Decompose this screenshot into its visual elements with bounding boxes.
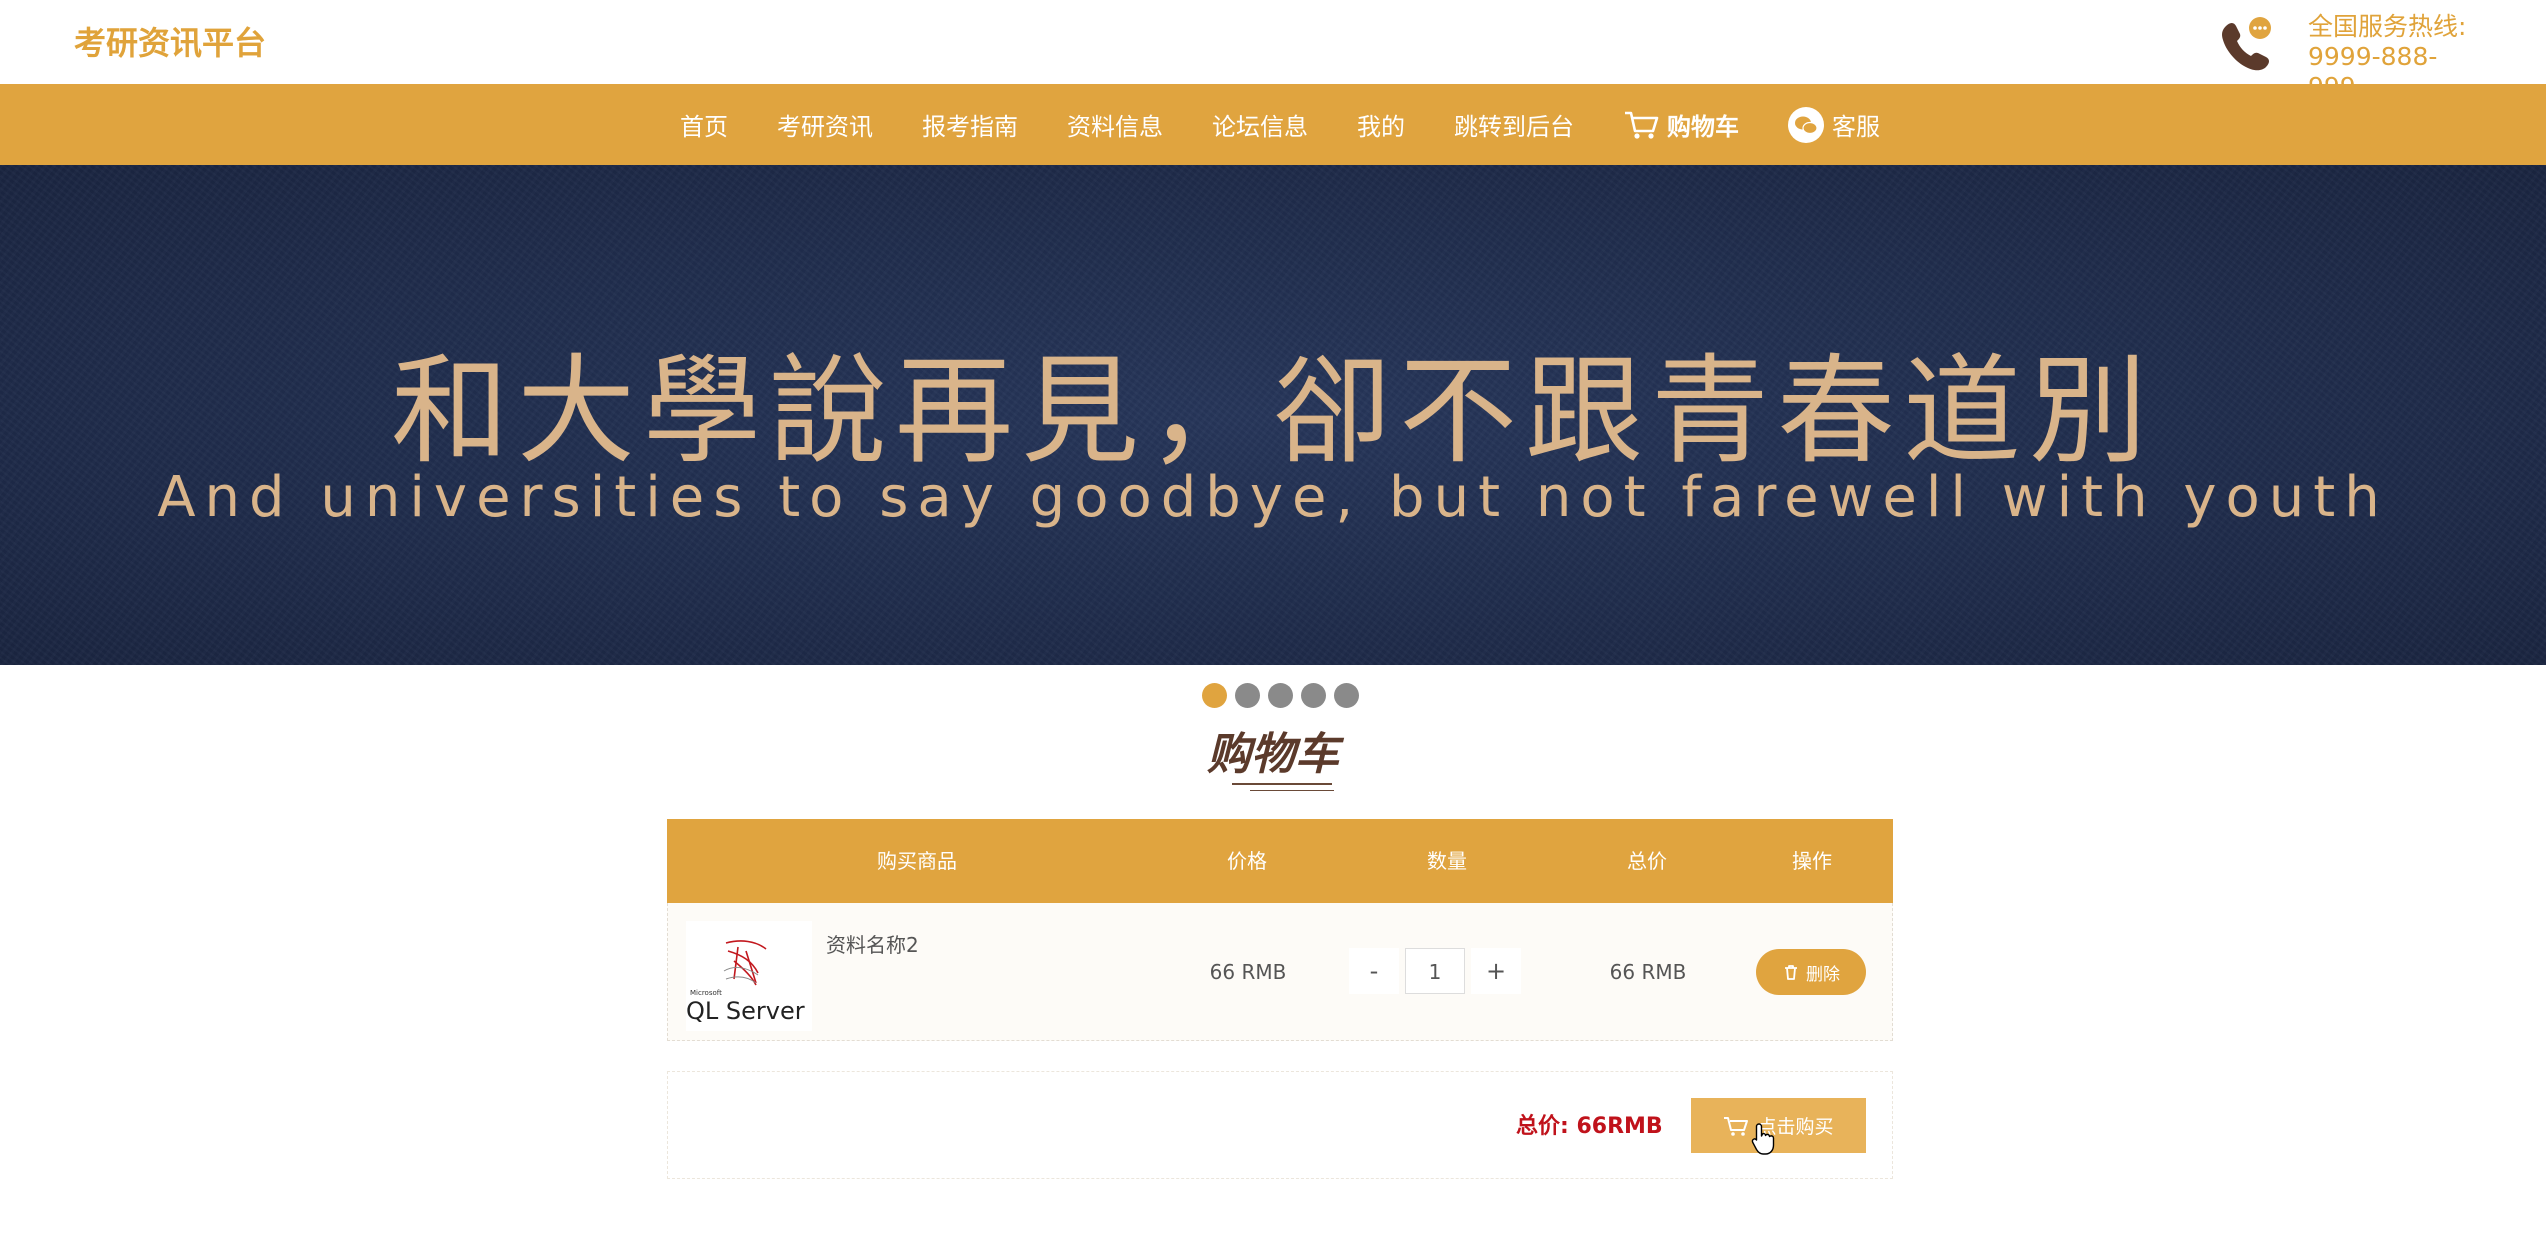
nav-item-admin[interactable]: 跳转到后台 (1454, 107, 1574, 142)
title-underline-secondary (1250, 790, 1334, 791)
nav-item-home[interactable]: 首页 (680, 107, 728, 142)
nav-label: 我的 (1357, 113, 1405, 141)
nav-item-news[interactable]: 考研资讯 (777, 107, 873, 142)
main-nav: 首页 考研资讯 报考指南 资料信息 论坛信息 我的 跳转到后台 购物车 客服 (0, 84, 2546, 165)
cart-icon (1623, 109, 1659, 141)
cart-summary: 总价: 66RMB 点击购买 (667, 1071, 1893, 1179)
carousel-dot-1[interactable] (1202, 683, 1227, 708)
buy-button[interactable]: 点击购买 (1691, 1098, 1866, 1153)
phone-icon (2216, 14, 2276, 74)
nav-label: 论坛信息 (1212, 113, 1308, 141)
carousel-dot-5[interactable] (1334, 683, 1359, 708)
nav-item-cart[interactable]: 购物车 (1623, 107, 1739, 142)
carousel-dot-2[interactable] (1235, 683, 1260, 708)
carousel-dot-4[interactable] (1301, 683, 1326, 708)
total-value: 66RMB (1576, 1114, 1663, 1139)
col-header-total: 总价 (1627, 849, 1667, 873)
col-header-qty: 数量 (1427, 849, 1467, 873)
quantity-stepper: - 1 + (1349, 948, 1521, 994)
wechat-icon (1788, 106, 1824, 143)
hero-banner[interactable]: 和大學說再見，卻不跟青春道別 And universities to say g… (0, 165, 2546, 665)
product-price: 66 RMB (1209, 960, 1287, 984)
nav-label: 资料信息 (1067, 113, 1163, 141)
col-header-price: 价格 (1227, 849, 1267, 873)
nav-item-forum[interactable]: 论坛信息 (1212, 107, 1308, 142)
qty-decrease-button[interactable]: - (1349, 948, 1399, 994)
cart-table: 购买商品 价格 数量 总价 操作 Microsoft QL Server 资料名… (667, 819, 1893, 1041)
cart-icon (1723, 1115, 1749, 1137)
site-logo-text[interactable]: 考研资讯平台 (74, 18, 266, 64)
qty-input[interactable]: 1 (1405, 948, 1465, 994)
nav-label: 购物车 (1667, 113, 1739, 141)
nav-label: 考研资讯 (777, 113, 873, 141)
delete-button[interactable]: 删除 (1756, 949, 1866, 995)
product-thumbnail[interactable]: Microsoft QL Server 201 (686, 921, 858, 1031)
table-row: Microsoft QL Server 201 资料名称2 66 RMB - 1… (667, 903, 1893, 1041)
banner-headline-en: And universities to say goodbye, but not… (157, 465, 2389, 530)
thumb-text: QL Server 201 (686, 997, 812, 1025)
row-total: 66 RMB (1609, 960, 1687, 984)
col-header-product: 购买商品 (877, 849, 957, 873)
cart-total: 总价: 66RMB (1516, 1108, 1663, 1140)
nav-item-materials[interactable]: 资料信息 (1067, 107, 1163, 142)
banner-headline-cn: 和大學說再見，卻不跟青春道別 (390, 342, 2155, 480)
title-underline (1232, 783, 1332, 785)
svg-text:Microsoft: Microsoft (690, 989, 722, 997)
carousel-dots (1202, 683, 1367, 708)
delete-label: 删除 (1806, 964, 1840, 985)
nav-label: 报考指南 (922, 113, 1018, 141)
nav-item-service[interactable]: 客服 (1788, 106, 1880, 143)
trash-icon (1782, 963, 1800, 981)
nav-item-mine[interactable]: 我的 (1357, 107, 1405, 142)
nav-items: 首页 考研资讯 报考指南 资料信息 论坛信息 我的 跳转到后台 购物车 客服 (680, 84, 1929, 165)
page-title: 购物车 (1207, 729, 1339, 780)
nav-label: 跳转到后台 (1454, 113, 1574, 141)
col-header-action: 操作 (1792, 849, 1832, 873)
nav-label: 首页 (680, 113, 728, 141)
top-header: 考研资讯平台 全国服务热线: 9999-888-999 (0, 0, 2546, 101)
hand-cursor-icon (1751, 1122, 1777, 1160)
carousel-dot-3[interactable] (1268, 683, 1293, 708)
hotline-block: 全国服务热线: 9999-888-999 (2216, 10, 2476, 101)
total-label: 总价: (1516, 1114, 1569, 1139)
nav-item-guide[interactable]: 报考指南 (922, 107, 1018, 142)
hotline-label: 全国服务热线: (2308, 12, 2467, 41)
nav-label: 客服 (1832, 113, 1880, 141)
qty-increase-button[interactable]: + (1471, 948, 1521, 994)
cart-table-header: 购买商品 价格 数量 总价 操作 (667, 819, 1893, 903)
product-name[interactable]: 资料名称2 (826, 929, 919, 958)
